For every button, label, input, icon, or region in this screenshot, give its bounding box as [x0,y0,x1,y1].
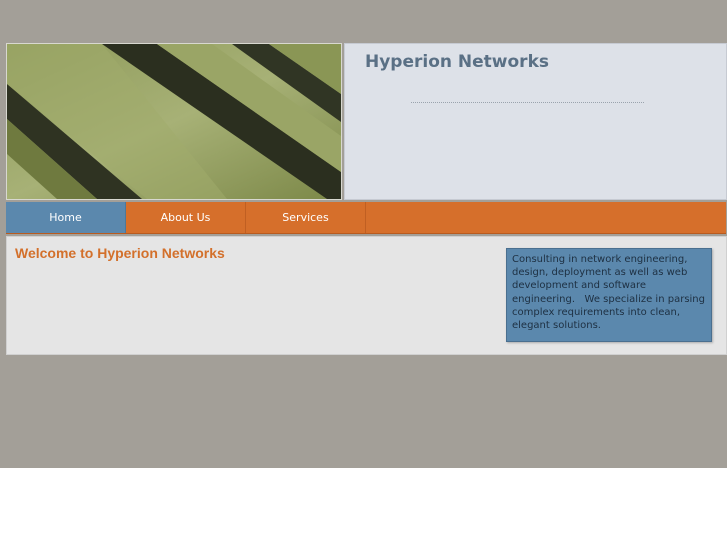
nav-item-services[interactable]: Services [246,202,366,233]
nav-item-about-us[interactable]: About Us [126,202,246,233]
services-summary-box: Consulting in network engineering, desig… [506,248,712,342]
title-panel: Hyperion Networks [344,43,727,200]
site-title: Hyperion Networks [365,52,549,72]
welcome-heading: Welcome to Hyperion Networks [15,245,225,261]
main-nav: Home About Us Services [6,202,726,234]
nav-item-home[interactable]: Home [6,202,126,233]
title-divider [411,102,644,103]
site-header: Hyperion Networks [6,43,727,201]
banner-image [6,43,342,200]
main-content: Welcome to Hyperion Networks Consulting … [6,236,727,355]
